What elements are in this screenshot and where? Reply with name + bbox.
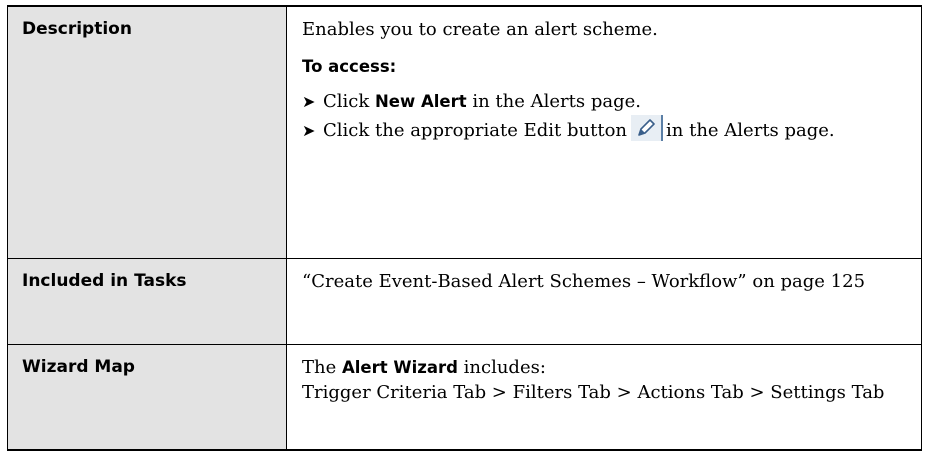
new-alert-term: New Alert xyxy=(375,92,467,111)
bullet-pre-text: Click xyxy=(323,91,375,112)
wizard-map-path: Trigger Criteria Tab > Filters Tab > Act… xyxy=(302,382,885,403)
wizard-intro-post: includes: xyxy=(457,357,546,378)
bullet-pre-text: Click the appropriate Edit button xyxy=(323,120,628,141)
list-item-text: Click New Alert in the Alerts page. xyxy=(323,89,913,114)
task-link[interactable]: “Create Event-Based Alert Schemes – Work… xyxy=(302,271,865,292)
list-item: ➤ Click the appropriate Edit button in th… xyxy=(302,115,913,144)
row-label: Wizard Map xyxy=(7,344,287,451)
arrow-bullet-icon: ➤ xyxy=(302,121,316,140)
list-item-text: Click the appropriate Edit button in the … xyxy=(323,115,913,144)
access-title: To access: xyxy=(302,57,397,76)
description-content: Enables you to create an alert scheme. T… xyxy=(286,5,922,259)
info-table: Description Enables you to create an ale… xyxy=(7,5,922,451)
bullet-post-text: in the Alerts page. xyxy=(666,120,835,141)
list-item: ➤ Click New Alert in the Alerts page. xyxy=(302,89,913,114)
description-text: Enables you to create an alert scheme. xyxy=(302,19,658,40)
row-label: Included in Tasks xyxy=(7,258,287,345)
wizard-map-content: The Alert Wizard includes: Trigger Crite… xyxy=(286,344,922,451)
row-label: Description xyxy=(7,5,287,259)
tasks-content: “Create Event-Based Alert Schemes – Work… xyxy=(286,258,922,345)
wizard-map-row: Wizard Map The Alert Wizard includes: Tr… xyxy=(7,344,922,451)
bullet-post-text: in the Alerts page. xyxy=(466,91,641,112)
arrow-bullet-icon: ➤ xyxy=(302,92,316,111)
wizard-intro-pre: The xyxy=(302,357,342,378)
description-row: Description Enables you to create an ale… xyxy=(7,5,922,259)
pencil-edit-icon xyxy=(631,115,664,141)
wizard-intro: The Alert Wizard includes: xyxy=(302,355,913,380)
tasks-row: Included in Tasks “Create Event-Based Al… xyxy=(7,258,922,345)
alert-wizard-term: Alert Wizard xyxy=(341,358,458,377)
